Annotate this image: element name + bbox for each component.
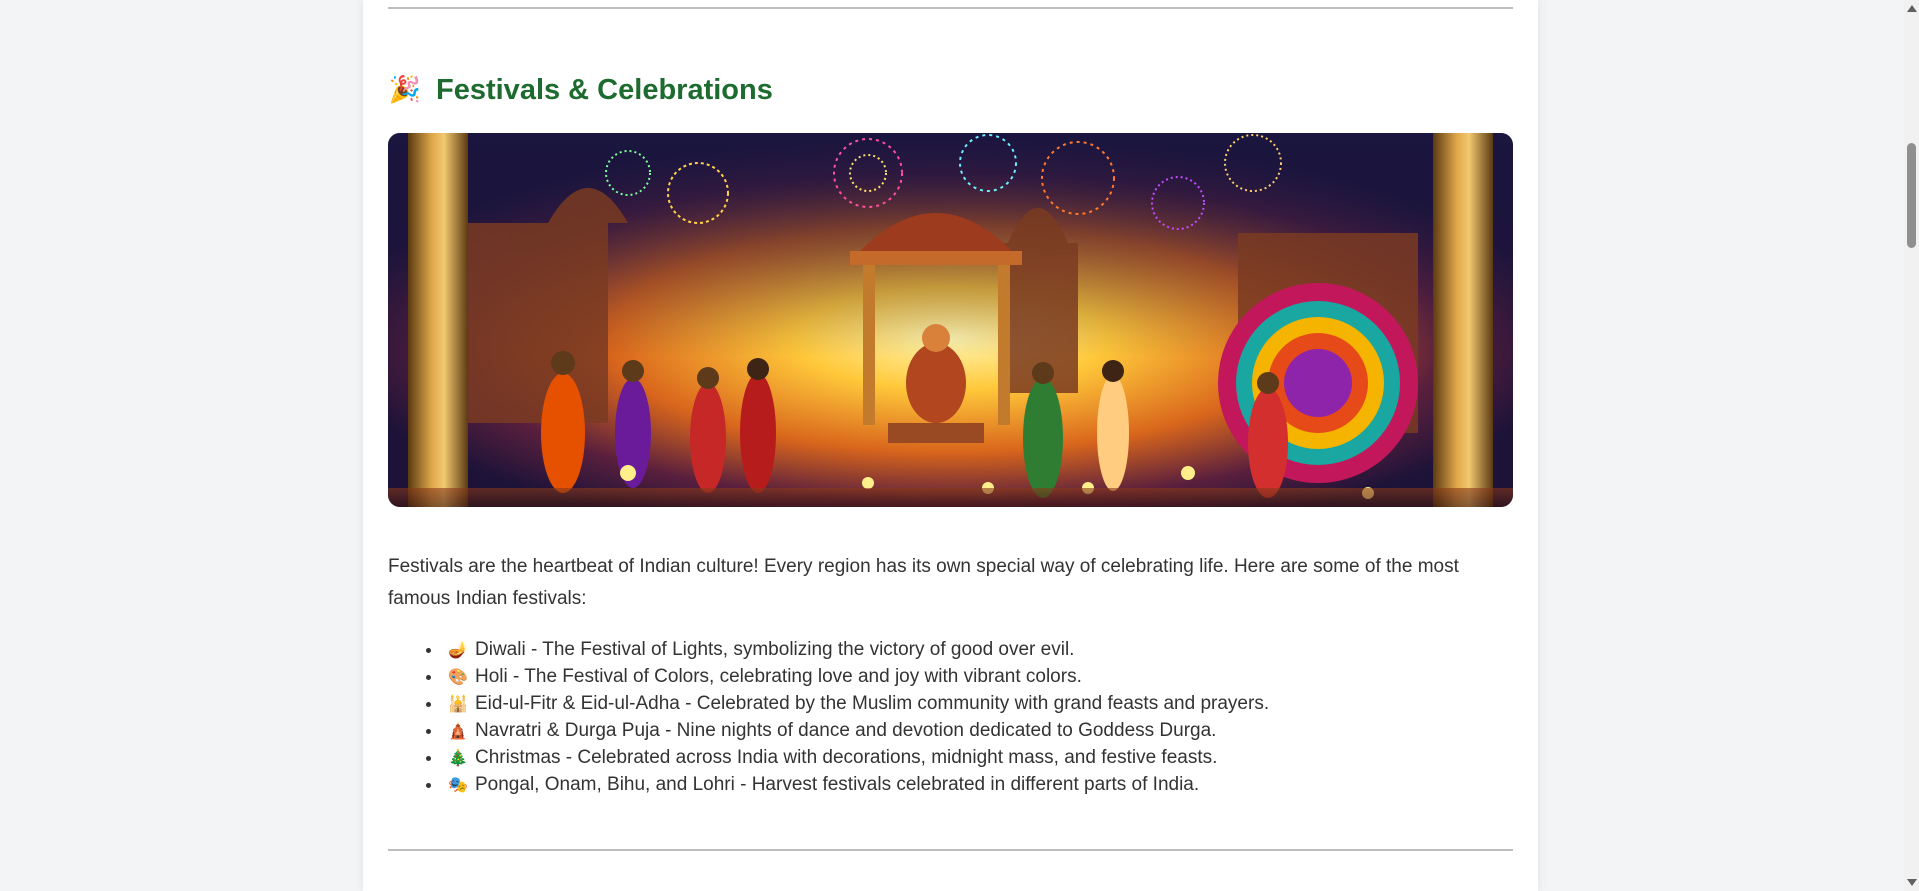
list-item: 🎭 Pongal, Onam, Bihu, and Lohri - Harvest… — [443, 771, 1543, 798]
intro-paragraph: Festivals are the heartbeat of Indian cu… — [388, 556, 1459, 609]
list-item: 🎨 Holi - The Festival of Colors, celebrat… — [443, 663, 1543, 690]
scroll-up-arrow-icon[interactable] — [1907, 5, 1917, 12]
festival-list: 🪔 Diwali - The Festival of Lights, symbol… — [388, 636, 1543, 798]
list-item: 🪔 Diwali - The Festival of Lights, symbol… — [443, 636, 1543, 663]
mosque-icon: 🕌 — [448, 694, 468, 713]
scroll-down-arrow-icon[interactable] — [1907, 879, 1917, 886]
section-heading: 🎉 Festivals & Celebrations — [388, 68, 773, 112]
list-item-text: Christmas - Celebrated across India with… — [475, 747, 1218, 768]
section-title: Festivals & Celebrations — [436, 73, 773, 106]
festival-banner-image — [388, 133, 1513, 507]
section-divider-bottom — [388, 849, 1513, 851]
list-item-text: Eid-ul-Fitr & Eid-ul-Adha - Celebrated b… — [475, 693, 1270, 714]
performing-arts-icon: 🎭 — [448, 775, 468, 794]
scrollbar-thumb[interactable] — [1907, 143, 1916, 248]
list-item-text: Navratri & Durga Puja - Nine nights of d… — [475, 720, 1217, 741]
party-popper-icon: 🎉 — [388, 75, 422, 105]
content-card: 🎉 Festivals & Celebrations Festivals are… — [363, 0, 1538, 891]
section-divider-top — [388, 7, 1513, 9]
diya-lamp-icon: 🪔 — [448, 640, 468, 659]
list-item-text: Diwali - The Festival of Lights, symboli… — [475, 639, 1075, 660]
christmas-tree-icon: 🎄 — [448, 748, 468, 767]
festival-illustration — [388, 133, 1513, 507]
list-item-text: Holi - The Festival of Colors, celebrati… — [475, 666, 1082, 687]
temple-icon: 🛕 — [448, 721, 468, 740]
page-scrollbar[interactable] — [1904, 0, 1919, 891]
list-item: 🎄 Christmas - Celebrated across India wit… — [443, 744, 1543, 771]
palette-icon: 🎨 — [448, 667, 468, 686]
list-item: 🛕 Navratri & Durga Puja - Nine nights of … — [443, 717, 1543, 744]
list-item: 🕌 Eid-ul-Fitr & Eid-ul-Adha - Celebrated … — [443, 690, 1543, 717]
list-item-text: Pongal, Onam, Bihu, and Lohri - Harvest … — [475, 774, 1200, 795]
